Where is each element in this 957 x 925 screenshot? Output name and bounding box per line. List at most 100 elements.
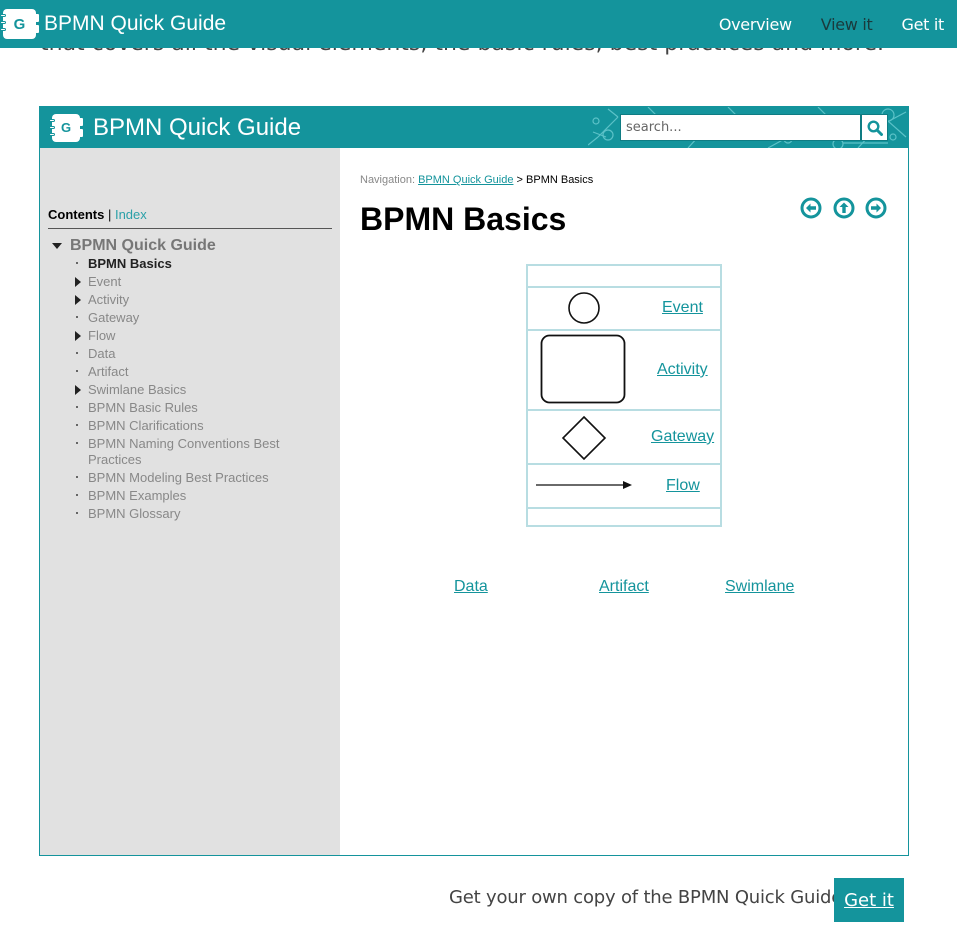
toc-item-marker: [75, 488, 88, 496]
site-logo[interactable]: G BPMN Quick Guide: [0, 9, 226, 39]
bpmn-elements-diagram: Event Activity Gateway Flow: [526, 264, 722, 527]
toc-item-marker: [75, 418, 88, 426]
breadcrumb-current: BPMN Basics: [526, 174, 594, 186]
guide-logo-icon: G: [49, 113, 83, 142]
activity-rectangle-icon: [540, 334, 626, 404]
link-artifact[interactable]: Artifact: [599, 578, 649, 596]
search-icon: [866, 119, 883, 136]
collapsed-triangle-icon[interactable]: [75, 331, 81, 341]
toc-item[interactable]: Data: [75, 346, 335, 362]
toc-item-marker[interactable]: [75, 274, 88, 287]
flow-arrow-icon: [536, 481, 632, 489]
collapsed-triangle-icon[interactable]: [75, 385, 81, 395]
toc-item-label: BPMN Glossary: [88, 506, 181, 521]
link-data[interactable]: Data: [454, 578, 488, 596]
guide-logo-icon: G: [0, 9, 39, 39]
toc-item[interactable]: Flow: [75, 328, 335, 344]
guide-title: BPMN Quick Guide: [93, 113, 302, 141]
toc-item-marker: [75, 506, 88, 514]
bullet-icon: [76, 352, 78, 354]
nav-get-it[interactable]: Get it: [901, 15, 944, 34]
bullet-icon: [76, 370, 78, 372]
toc-item-marker[interactable]: [75, 382, 88, 395]
site-header: G BPMN Quick Guide Overview View it Get …: [0, 0, 957, 48]
get-it-button[interactable]: Get it: [834, 878, 904, 922]
up-icon[interactable]: [833, 197, 855, 219]
link-flow[interactable]: Flow: [666, 477, 700, 495]
diagram-row-event: Event: [528, 288, 720, 331]
toc-item-label: Gateway: [88, 310, 140, 325]
guide-viewer: G BPMN Quick Guide Contents | In: [39, 106, 909, 856]
bullet-icon: [76, 442, 78, 444]
sidebar-divider: [48, 228, 332, 229]
bullet-icon: [76, 316, 78, 318]
breadcrumb: Navigation: BPMN Quick Guide > BPMN Basi…: [360, 174, 594, 186]
collapsed-triangle-icon[interactable]: [75, 277, 81, 287]
diagram-row-flow: Flow: [528, 465, 720, 509]
previous-icon[interactable]: [800, 197, 822, 219]
toc-item-label: BPMN Naming Conventions Best Practices: [88, 436, 280, 467]
toc-item[interactable]: BPMN Basics: [75, 256, 335, 272]
toc-item-marker: [75, 346, 88, 354]
link-swimlane[interactable]: Swimlane: [725, 578, 794, 596]
nav-view-it[interactable]: View it: [821, 15, 873, 34]
toc-item-marker[interactable]: [75, 292, 88, 305]
toc-item-label: BPMN Basics: [88, 256, 172, 271]
toc-item-label: BPMN Examples: [88, 488, 187, 503]
bullet-icon: [76, 512, 78, 514]
link-event[interactable]: Event: [662, 299, 703, 317]
link-activity[interactable]: Activity: [657, 361, 708, 379]
search-button[interactable]: [861, 114, 888, 141]
bullet-icon: [76, 262, 78, 264]
collapsed-triangle-icon[interactable]: [75, 295, 81, 305]
gateway-diamond-icon: [561, 415, 607, 461]
expanded-triangle-icon[interactable]: [52, 243, 62, 249]
toc-item[interactable]: BPMN Clarifications: [75, 418, 335, 434]
tab-separator: |: [104, 207, 115, 222]
toc-item[interactable]: Artifact: [75, 364, 335, 380]
guide-header: G BPMN Quick Guide: [40, 107, 908, 148]
toc-item-label: Activity: [88, 292, 130, 307]
toc-item-marker: [75, 470, 88, 478]
toc-item[interactable]: BPMN Basic Rules: [75, 400, 335, 416]
toc-item-marker: [75, 364, 88, 372]
toc-item-marker: [75, 256, 88, 264]
cta-text: Get your own copy of the BPMN Quick Guid…: [449, 887, 843, 908]
sidebar-tabs: Contents | Index: [48, 207, 147, 222]
search-input[interactable]: [620, 114, 861, 141]
toc-item[interactable]: Gateway: [75, 310, 335, 326]
diagram-row-activity: Activity: [528, 331, 720, 411]
bullet-icon: [76, 406, 78, 408]
nav-overview[interactable]: Overview: [719, 15, 792, 34]
diagram-row-empty: [528, 266, 720, 288]
toc-item[interactable]: Activity: [75, 292, 335, 308]
toc-root[interactable]: BPMN Quick Guide: [50, 236, 335, 256]
toc-item-marker[interactable]: [75, 328, 88, 341]
tab-contents[interactable]: Contents: [48, 207, 104, 222]
content-pane: Navigation: BPMN Quick Guide > BPMN Basi…: [340, 148, 908, 855]
table-of-contents: BPMN Quick Guide BPMN Basics Event Activit…: [50, 236, 335, 524]
tab-index[interactable]: Index: [115, 207, 147, 222]
link-gateway[interactable]: Gateway: [651, 428, 714, 446]
toc-item[interactable]: Swimlane Basics: [75, 382, 335, 398]
toc-item[interactable]: Event: [75, 274, 335, 290]
toc-item-marker: [75, 436, 88, 444]
diagram-row-gateway: Gateway: [528, 411, 720, 465]
toc-item[interactable]: BPMN Examples: [75, 488, 335, 504]
toc-item-label: BPMN Basic Rules: [88, 400, 198, 415]
toc-item-marker: [75, 310, 88, 318]
toc-item-label: Artifact: [88, 364, 129, 379]
toc-item-label: Flow: [88, 328, 116, 343]
toc-item-label: BPMN Modeling Best Practices: [88, 470, 269, 485]
toc-item[interactable]: BPMN Naming Conventions Best Practices: [75, 436, 335, 468]
page-navigation: [800, 197, 898, 219]
next-icon[interactable]: [865, 197, 887, 219]
toc-item[interactable]: BPMN Modeling Best Practices: [75, 470, 335, 486]
toc-item[interactable]: BPMN Glossary: [75, 506, 335, 522]
site-nav: Overview View it Get it: [690, 15, 944, 34]
breadcrumb-link-home[interactable]: BPMN Quick Guide: [418, 174, 513, 186]
toc-item-marker: [75, 400, 88, 408]
sidebar: Contents | Index BPMN Quick Guide BPMN B…: [40, 148, 340, 855]
bullet-icon: [76, 476, 78, 478]
toc-item-label: Swimlane Basics: [88, 382, 187, 397]
